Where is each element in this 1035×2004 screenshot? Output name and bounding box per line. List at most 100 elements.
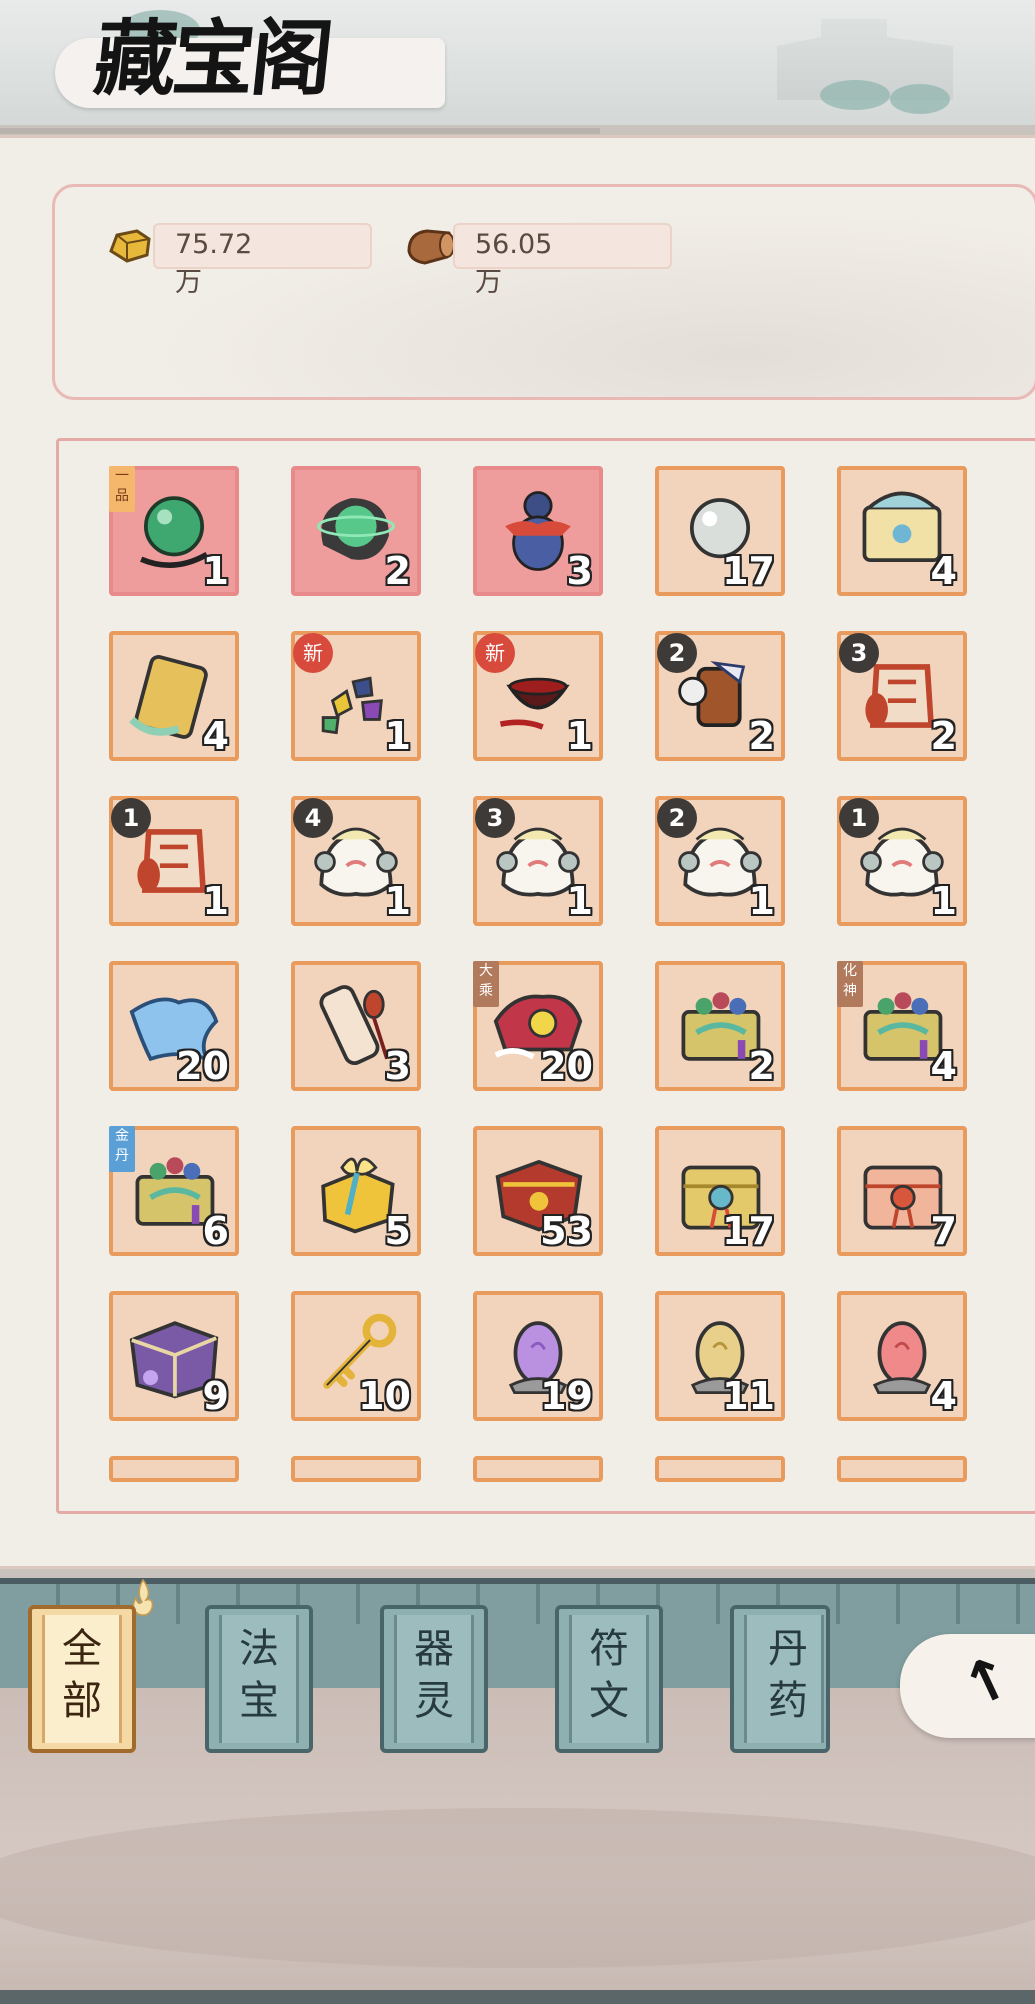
item-count: 1 [202,879,229,923]
item-count: 7 [930,1209,957,1253]
level-badge: 1 [839,798,879,838]
item-slot[interactable]: 31 [473,796,603,926]
page-title: 藏宝阁 [89,11,335,107]
item-count: 17 [722,549,775,593]
item-slot[interactable]: 大乘 20 [473,961,603,1091]
item-slot[interactable]: 化神 4 [837,961,967,1091]
item-slot[interactable]: 金丹 6 [109,1126,239,1256]
lower-scenery [0,1688,1035,2004]
item-count: 1 [202,549,229,593]
item-slot[interactable]: 7 [837,1126,967,1256]
item-slot[interactable]: 2 [291,466,421,596]
item-count: 2 [930,714,957,758]
tab-rune[interactable]: 符文 [555,1605,663,1753]
resource-box: 75.72万 56.05万 [52,184,1035,400]
item-slot[interactable]: 4 [837,466,967,596]
top-banner: 藏宝阁 [0,0,1035,125]
item-count: 9 [202,1374,229,1418]
level-badge: 2 [657,633,697,673]
item-slot-partial[interactable] [109,1456,239,1482]
tab-label: 全 [62,1626,102,1672]
item-slot[interactable]: 4 [837,1291,967,1421]
item-count: 4 [930,1374,957,1418]
tab-label: 符 [589,1626,629,1672]
item-slot[interactable]: 10 [291,1291,421,1421]
item-slot[interactable]: 21 [655,796,785,926]
item-count: 4 [930,1044,957,1088]
item-slot[interactable]: 新1 [291,631,421,761]
item-slot[interactable]: 3 [473,466,603,596]
item-slot[interactable]: 11 [837,796,967,926]
gold-ingot-icon [109,229,151,263]
item-slot-partial[interactable] [837,1456,967,1482]
divider [0,128,600,134]
grade-tag: 大乘 [473,961,499,1007]
item-slot[interactable]: 一品 1 [109,466,239,596]
item-count: 4 [202,714,229,758]
tab-label: 宝 [239,1678,279,1724]
item-count: 6 [202,1209,229,1253]
item-slot-partial[interactable] [655,1456,785,1482]
item-count: 4 [930,549,957,593]
item-count: 17 [722,1209,775,1253]
tab-magic-treasure[interactable]: 法宝 [205,1605,313,1753]
item-grid: 一品 1 2 3 17 4 4 新 1 新 1 2 2 3 2 1 1 4 1 3 1 2 1 1 1 20 3 大乘 20 2 化神 4 金丹… [56,438,1035,1514]
gold-amount: 75.72万 [175,229,253,298]
item-slot[interactable]: 19 [473,1291,603,1421]
item-slot[interactable]: 9 [109,1291,239,1421]
item-count: 53 [540,1209,593,1253]
item-count: 3 [566,549,593,593]
item-slot[interactable]: 17 [655,466,785,596]
item-slot[interactable]: 41 [291,796,421,926]
item-count: 5 [384,1209,411,1253]
tab-label: 器 [414,1626,454,1672]
new-badge: 新 [475,633,515,673]
item-count: 2 [748,1044,775,1088]
item-count: 1 [748,879,775,923]
tab-all[interactable]: 全部 [28,1605,136,1753]
item-count: 1 [384,714,411,758]
item-slot[interactable]: 17 [655,1126,785,1256]
item-slot[interactable]: 11 [655,1291,785,1421]
tab-label: 药 [768,1678,808,1724]
item-count: 19 [540,1374,593,1418]
item-count: 1 [566,879,593,923]
item-count: 1 [930,879,957,923]
item-count: 1 [384,879,411,923]
item-slot[interactable]: 22 [655,631,785,761]
bottom-edge [0,1990,1035,2004]
tab-pill[interactable]: 丹药 [730,1605,830,1753]
tab-label: 法 [239,1626,279,1672]
tab-label: 部 [62,1678,102,1724]
item-slot[interactable]: 新1 [473,631,603,761]
item-count: 2 [748,714,775,758]
item-slot-partial[interactable] [473,1456,603,1482]
grade-tag: 化神 [837,961,863,1007]
back-button[interactable]: ↖ [900,1634,1035,1738]
item-slot-partial[interactable] [291,1456,421,1482]
grade-tag: 金丹 [109,1126,135,1172]
item-slot[interactable]: 11 [109,796,239,926]
tab-artifact-spirit[interactable]: 器灵 [380,1605,488,1753]
back-arrow-icon: ↖ [951,1640,1021,1722]
item-slot[interactable]: 3 [291,961,421,1091]
level-badge: 2 [657,798,697,838]
item-slot[interactable]: 2 [655,961,785,1091]
tab-label: 文 [589,1678,629,1724]
item-slot[interactable]: 5 [291,1126,421,1256]
level-badge: 3 [475,798,515,838]
item-slot[interactable]: 4 [109,631,239,761]
item-slot[interactable]: 20 [109,961,239,1091]
item-count: 11 [722,1374,775,1418]
item-count: 20 [176,1044,229,1088]
grade-tag: 一品 [109,466,135,512]
item-slot[interactable]: 53 [473,1126,603,1256]
wood-log-icon [407,229,455,265]
item-count: 3 [384,1044,411,1088]
item-slot[interactable]: 32 [837,631,967,761]
level-badge: 4 [293,798,333,838]
main-panel: 75.72万 56.05万 一品 1 2 3 17 4 4 新 1 新 1 2 2 3 2 1 1 4 1 3 1 2 1 1… [0,135,1035,1569]
new-badge: 新 [293,633,333,673]
level-badge: 3 [839,633,879,673]
item-count: 10 [358,1374,411,1418]
